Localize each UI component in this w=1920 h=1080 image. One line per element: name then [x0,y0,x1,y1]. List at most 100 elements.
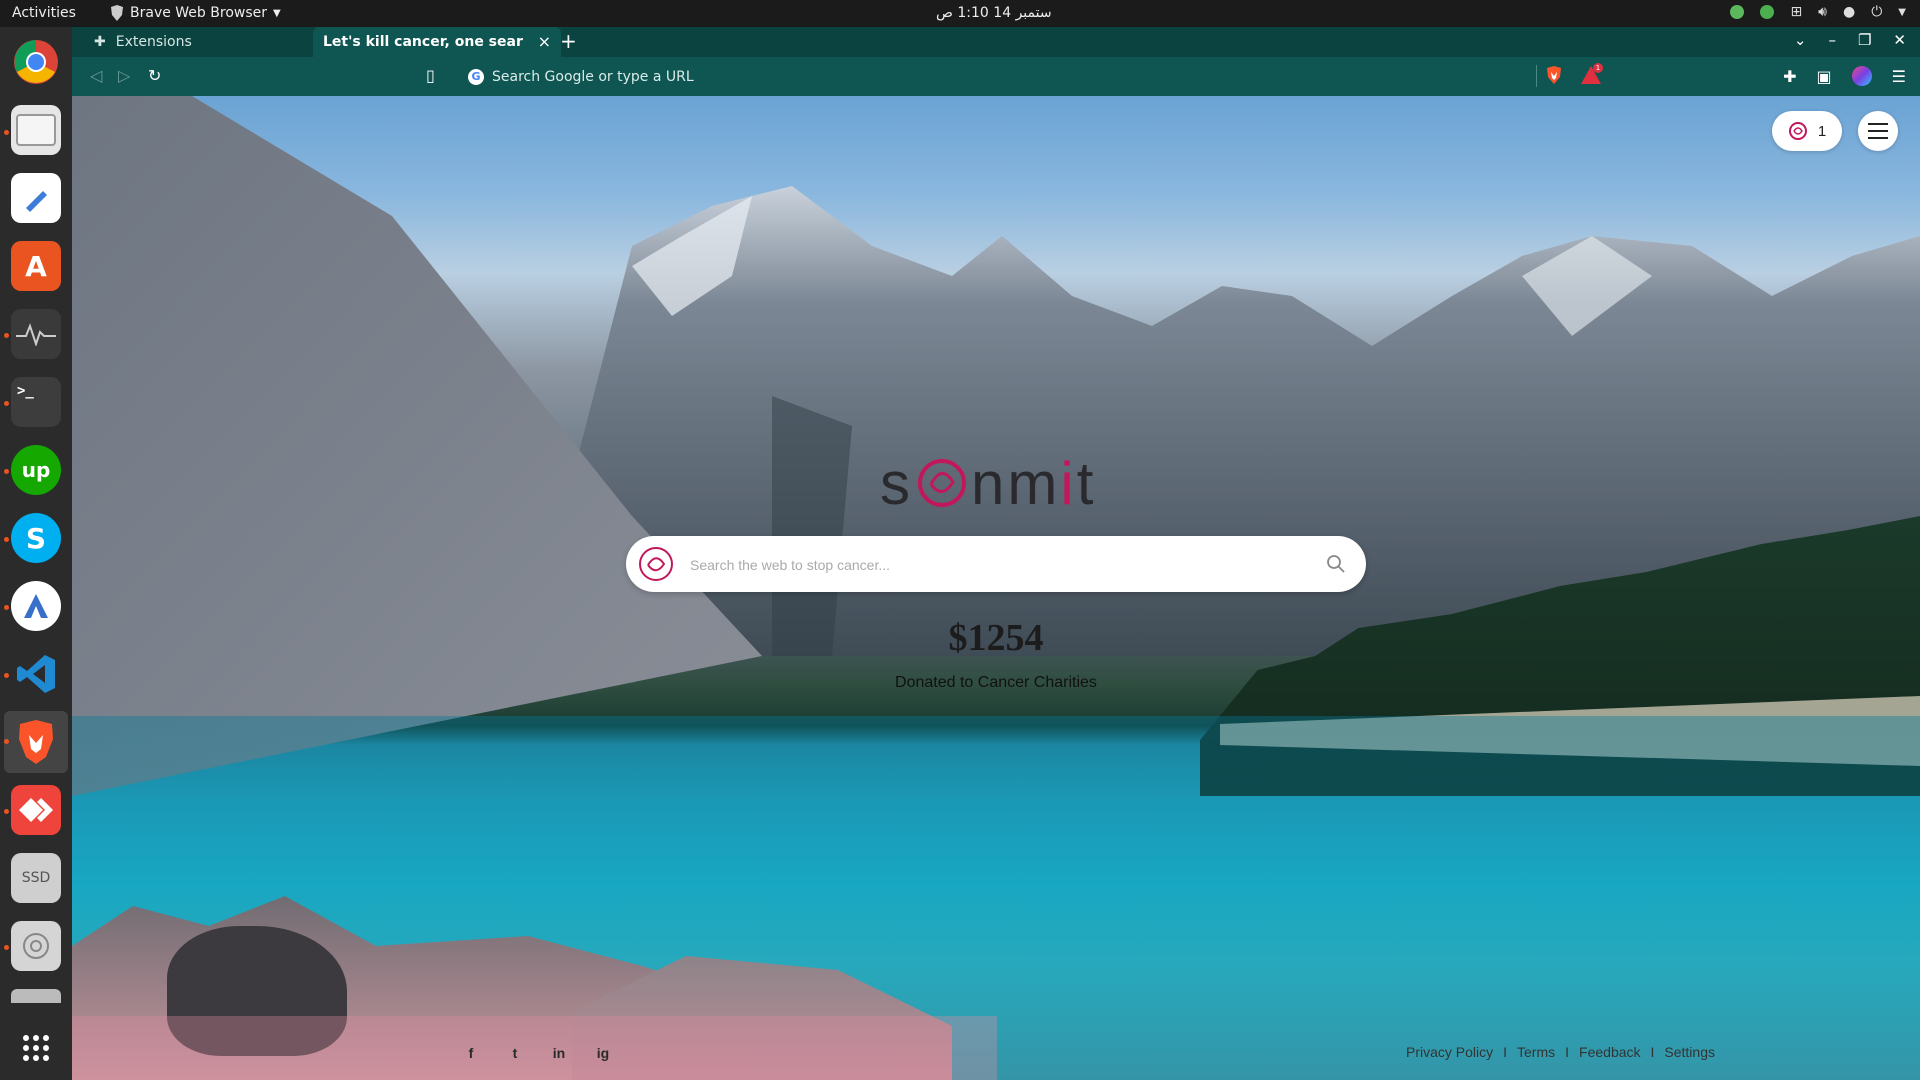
tab-label: Let's kill cancer, one search at [323,34,523,50]
divider [1536,65,1537,87]
bookmark-icon[interactable]: ▯ [426,66,435,85]
brave-icon[interactable] [11,717,61,767]
rewards-badge: 1 [1593,63,1603,73]
logo-letter: s [880,449,913,517]
terminal-icon[interactable]: >_ [11,377,61,427]
upwork-icon[interactable]: up [11,445,61,495]
footer-links: Privacy Policy I Terms I Feedback I Sett… [1406,1044,1715,1060]
forward-icon[interactable]: ▷ [118,66,130,85]
anydesk-icon[interactable] [11,785,61,835]
running-indicator [4,809,9,814]
chevron-down-icon: ▼ [273,7,281,19]
twitter-icon[interactable]: t [506,1044,524,1062]
minimize-icon[interactable]: – [1828,31,1836,49]
search-counter[interactable]: 1 [1772,111,1842,151]
brave-lion-icon [111,5,123,21]
separator: I [1650,1044,1655,1060]
new-tab-button[interactable]: + [560,29,577,53]
donation-label: Donated to Cancer Charities [895,674,1097,691]
sanmit-logo: s nm i t [880,448,1120,518]
browser-toolbar: ◁ ▷ ↻ ▯ G Search Google or type a URL 1 … [72,57,1920,96]
address-bar[interactable]: G Search Google or type a URL [462,63,1532,90]
app-grid-icon[interactable] [11,1023,61,1073]
facebook-icon[interactable]: f [462,1044,480,1062]
skype-icon[interactable]: S [11,513,61,563]
android-studio-icon[interactable] [11,581,61,631]
chrome-icon[interactable] [11,37,61,87]
toolbar-right: ✚ ▣ ☰ [1783,66,1906,86]
search-box [626,536,1366,592]
menu-icon[interactable]: ☰ [1892,67,1906,86]
running-indicator [4,333,9,338]
hamburger-icon [1868,123,1888,139]
disk-icon[interactable] [11,921,61,971]
system-tray[interactable]: ⊞ 🔊︎ ● ⏻ ▼ [1730,4,1906,20]
reload-icon[interactable]: ↻ [148,66,161,85]
chevron-down-icon[interactable]: ▼ [1898,7,1906,18]
social-links: f t in ig [462,1044,612,1062]
power-icon[interactable]: ⏻ [1871,4,1882,20]
network-icon[interactable]: ⊞ [1790,4,1802,20]
running-indicator [4,401,9,406]
dock: A >_ up S SSD [0,27,72,1080]
app-menu-label: Brave Web Browser [130,5,267,21]
running-indicator [4,673,9,678]
status-green-icon[interactable] [1730,5,1745,19]
running-indicator [4,469,9,474]
microphone-icon[interactable]: ● [1843,4,1855,20]
tab-label: Extensions [115,34,192,50]
wallet-icon[interactable]: ▣ [1817,67,1832,86]
search-input[interactable] [688,550,1292,580]
system-monitor-icon[interactable] [11,309,61,359]
vscode-icon[interactable] [11,649,61,699]
google-icon: G [468,68,484,85]
linkedin-icon[interactable]: in [550,1044,568,1062]
running-indicator [4,945,9,950]
activities-button[interactable]: Activities [12,5,76,21]
profile-avatar[interactable] [1851,66,1872,86]
drive-icon[interactable] [11,989,61,1003]
separator: I [1565,1044,1570,1060]
running-indicator [4,605,9,610]
volume-icon[interactable]: 🔊︎ [1818,4,1827,20]
files-icon[interactable] [11,105,61,155]
logo-letter: i [1060,449,1077,517]
running-indicator [4,739,9,744]
tab-sanmit[interactable]: Let's kill cancer, one search at × [313,27,561,57]
software-store-icon[interactable]: A [11,241,61,291]
settings-link[interactable]: Settings [1664,1044,1715,1060]
restore-icon[interactable]: ❐ [1858,31,1871,49]
sanmit-logo-icon [1788,122,1807,140]
address-placeholder[interactable]: Search Google or type a URL [492,69,694,85]
search-count: 1 [1817,122,1827,140]
sanmit-swirl-icon [918,459,966,507]
tab-search-chevron-icon[interactable]: ⌄ [1794,31,1807,49]
donation-amount: $1254 [948,617,1044,659]
close-tab-icon[interactable]: × [538,32,551,51]
feedback-link[interactable]: Feedback [1579,1044,1640,1060]
ssd-drive-icon[interactable]: SSD [11,853,61,903]
puzzle-icon: ✚ [94,34,106,50]
search-icon[interactable] [1326,554,1346,574]
app-menu[interactable]: Brave Web Browser ▼ [110,5,281,21]
text-editor-icon[interactable] [11,173,61,223]
clock[interactable]: ستمبر 14 1:10 ص [936,5,1052,21]
hamburger-menu-button[interactable] [1858,111,1898,151]
separator: I [1503,1044,1508,1060]
tab-strip: ✚ Extensions Let's kill cancer, one sear… [72,27,1920,57]
terms-link[interactable]: Terms [1517,1044,1555,1060]
extensions-icon[interactable]: ✚ [1783,67,1796,86]
sanmit-logo-icon [639,547,673,581]
instagram-icon[interactable]: ig [594,1044,612,1062]
close-window-icon[interactable]: ✕ [1893,31,1906,49]
running-indicator [4,130,9,135]
running-indicator [4,537,9,542]
new-tab-page: 1 s nm i t $1254 Donated to Cancer Chari… [72,96,1920,1080]
back-icon[interactable]: ◁ [90,66,102,85]
logo-letters: nm [971,449,1061,517]
tab-extensions[interactable]: ✚ Extensions [82,27,324,57]
logo-letter: t [1076,449,1097,517]
privacy-policy-link[interactable]: Privacy Policy [1406,1044,1493,1060]
brave-shields-icon[interactable] [1546,65,1562,85]
check-shield-icon[interactable] [1760,5,1775,19]
